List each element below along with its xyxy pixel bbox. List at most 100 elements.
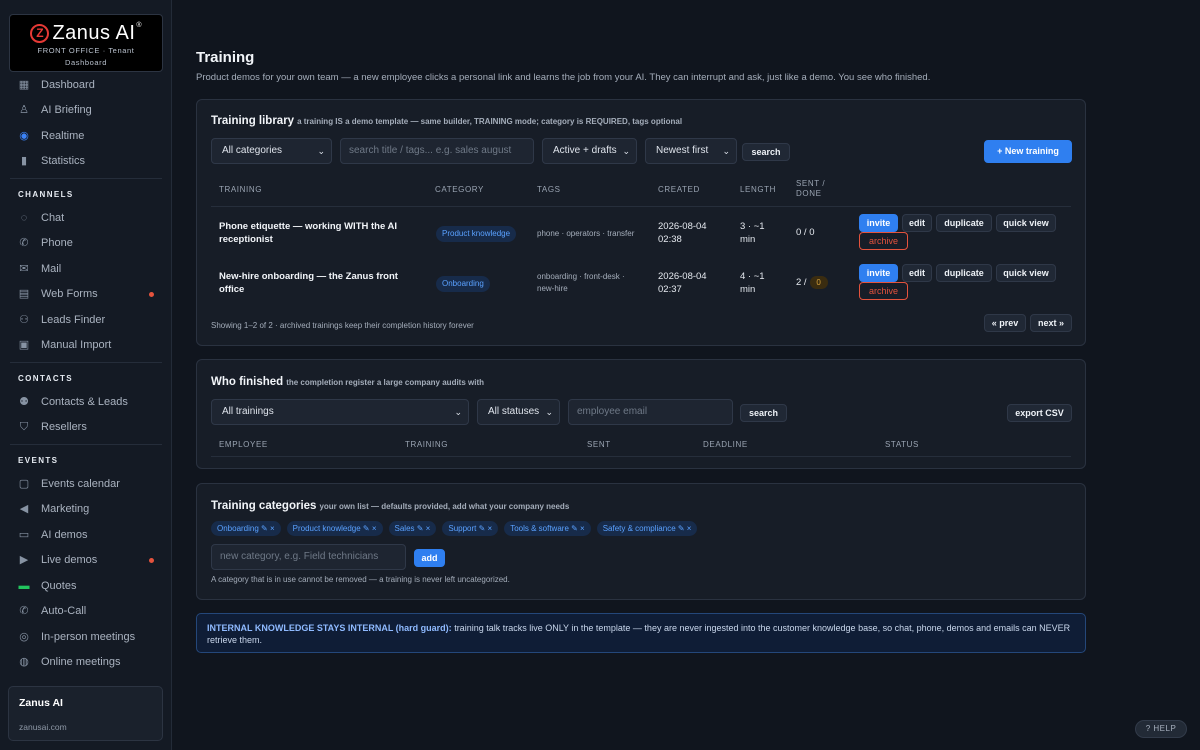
sidebar-item-label: Events calendar — [41, 477, 120, 490]
divider — [10, 444, 162, 445]
globe-icon: ◉ — [19, 129, 29, 142]
chevron-down-icon: ⌄ — [622, 146, 630, 156]
training-filter-select[interactable]: All trainings ⌄ — [211, 399, 469, 425]
invite-button[interactable]: invite — [859, 214, 898, 232]
status-filter-select[interactable]: Active + drafts ⌄ — [542, 138, 637, 164]
sidebar-item-label: Mail — [41, 262, 62, 275]
category-filter-select[interactable]: All categories ⌄ — [211, 138, 332, 164]
training-library-card: Training library a training IS a demo tem… — [196, 99, 1086, 346]
tenant-card[interactable]: Zanus AI zanusai.com — [8, 686, 163, 741]
sidebar-item-quotes[interactable]: ▬ Quotes — [0, 573, 172, 599]
category-chip[interactable]: Onboarding ✎ × — [211, 521, 281, 536]
category-chip[interactable]: Safety & compliance ✎ × — [596, 521, 698, 536]
duplicate-button[interactable]: duplicate — [936, 264, 992, 282]
sidebar-item-leads-finder[interactable]: ⚇ Leads Finder — [0, 307, 172, 333]
sidebar-item-ai-briefing[interactable]: ♙ AI Briefing — [0, 98, 172, 124]
sidebar-item-realtime[interactable]: ◉ Realtime — [0, 123, 172, 149]
sidebar-item-statistics[interactable]: ▮ Statistics — [0, 149, 172, 175]
bar-chart-icon: ▮ — [20, 155, 28, 168]
divider — [211, 456, 1071, 457]
sidebar-item-auto-call[interactable]: ✆ Auto-Call — [0, 599, 172, 625]
form-icon: ▤ — [18, 288, 30, 301]
registered-mark: ® — [136, 22, 142, 29]
employee-email-input[interactable]: employee email — [568, 399, 733, 425]
sidebar-item-label: Web Forms — [41, 288, 98, 301]
sidebar-item-mail[interactable]: ✉ Mail — [0, 256, 172, 282]
brand-logo[interactable]: Z Zanus AI ® FRONT OFFICE · Tenant Dashb… — [9, 14, 163, 72]
training-length: 4 · ~1 min — [740, 270, 765, 296]
notification-dot — [149, 557, 154, 563]
who-finished-card: Who finished the completion register a la… — [196, 359, 1086, 469]
brand-subtitle: FRONT OFFICE · Tenant — [37, 46, 135, 55]
nav-heading-contacts: CONTACTS — [18, 374, 74, 383]
select-value: All trainings — [222, 406, 274, 417]
sidebar-item-label: Statistics — [41, 155, 86, 168]
select-value: All categories — [222, 145, 283, 156]
edit-button[interactable]: edit — [902, 214, 932, 232]
status-filter-select[interactable]: All statuses ⌄ — [477, 399, 560, 425]
library-subtitle: a training IS a demo template — same bui… — [297, 117, 683, 126]
category-chip[interactable]: Tools & software ✎ × — [504, 521, 591, 536]
sort-select[interactable]: Newest first ⌄ — [645, 138, 737, 164]
sidebar-item-phone[interactable]: ✆ Phone — [0, 231, 172, 257]
category-chip[interactable]: Support ✎ × — [442, 521, 499, 536]
card-title: Training categories your own list — defau… — [211, 500, 569, 512]
archive-button[interactable]: archive — [859, 232, 908, 250]
sidebar-item-in-person-meetings[interactable]: ◎ In-person meetings — [0, 624, 172, 650]
training-title[interactable]: Phone etiquette — working WITH the AI rec… — [219, 220, 419, 246]
chevron-down-icon: ⌄ — [454, 407, 462, 417]
monitor-icon: ▭ — [18, 528, 30, 541]
sidebar-item-events-calendar[interactable]: ▢ Events calendar — [0, 471, 172, 497]
done-count-badge: 0 — [809, 276, 828, 289]
training-title[interactable]: New-hire onboarding — the Zanus front off… — [219, 270, 419, 296]
export-csv-button[interactable]: export CSV — [1007, 404, 1072, 422]
brand-name: Zanus AI — [52, 21, 136, 44]
phone-icon: ✆ — [19, 237, 29, 250]
divider — [10, 362, 162, 363]
quick-view-button[interactable]: quick view — [996, 264, 1056, 282]
invite-button[interactable]: invite — [859, 264, 898, 282]
category-chip[interactable]: Product knowledge ✎ × — [286, 521, 383, 536]
divider — [211, 206, 1071, 207]
quick-view-button[interactable]: quick view — [996, 214, 1056, 232]
sidebar-item-dashboard[interactable]: ▦ Dashboard — [0, 72, 172, 98]
prev-page-button[interactable]: « prev — [984, 314, 1026, 332]
archive-button[interactable]: archive — [859, 282, 908, 300]
sidebar-item-contacts-leads[interactable]: ⚉ Contacts & Leads — [0, 389, 172, 415]
category-chip[interactable]: Sales ✎ × — [388, 521, 437, 536]
add-category-button[interactable]: add — [414, 549, 445, 567]
next-page-button[interactable]: next » — [1030, 314, 1072, 332]
new-category-input[interactable]: new category, e.g. Field technicians — [211, 544, 406, 570]
search-button[interactable]: search — [740, 404, 787, 422]
sidebar-item-label: Auto-Call — [41, 605, 87, 618]
tags-line: new-hire — [537, 284, 568, 293]
training-tags: phone · operators · transfer — [537, 228, 634, 240]
sidebar-item-ai-demos[interactable]: ▭ AI demos — [0, 522, 172, 548]
sidebar-item-marketing[interactable]: ◀ Marketing — [0, 497, 172, 523]
sidebar-item-label: Chat — [41, 211, 65, 224]
tenant-url: zanusai.com — [19, 722, 67, 732]
contacts-icon: ⚉ — [19, 395, 29, 408]
duplicate-button[interactable]: duplicate — [936, 214, 992, 232]
sidebar-item-label: Dashboard — [41, 78, 95, 91]
search-button[interactable]: search — [742, 143, 790, 161]
edit-button[interactable]: edit — [902, 264, 932, 282]
sidebar-item-label: AI demos — [41, 528, 88, 541]
help-button[interactable]: ? HELP — [1135, 720, 1187, 738]
column-header-tags: TAGS — [537, 185, 561, 194]
new-training-button[interactable]: + New training — [984, 140, 1072, 163]
sidebar-item-online-meetings[interactable]: ◍ Online meetings — [0, 650, 172, 676]
sidebar-item-label: Realtime — [41, 129, 85, 142]
sidebar-item-resellers[interactable]: ⛉ Resellers — [0, 415, 172, 441]
location-pin-icon: ◎ — [19, 630, 29, 643]
sidebar-item-web-forms[interactable]: ▤ Web Forms — [0, 282, 172, 308]
tags-line: onboarding · front-desk · — [537, 272, 625, 281]
sidebar-item-live-demos[interactable]: ▶ Live demos — [0, 548, 172, 574]
created-date: 2026-08-04 — [658, 271, 707, 282]
title-line: New-hire onboarding — the Zanus front — [219, 271, 398, 282]
sidebar-item-manual-import[interactable]: ▣ Manual Import — [0, 333, 172, 359]
sidebar-item-chat[interactable]: ◌ Chat — [0, 205, 172, 231]
category-chip-list: Onboarding ✎ × Product knowledge ✎ × Sal… — [211, 521, 698, 536]
tenant-name: Zanus AI — [19, 697, 63, 709]
search-input[interactable]: search title / tags... e.g. sales august — [340, 138, 534, 164]
